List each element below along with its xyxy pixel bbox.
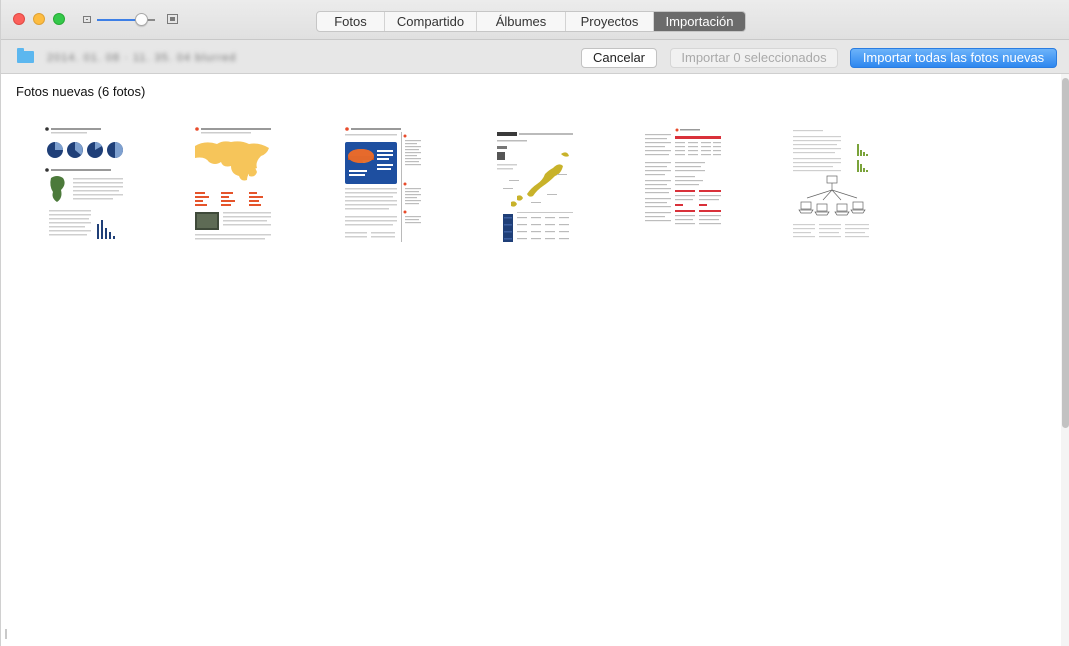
large-photo-icon: [167, 14, 178, 24]
tab-fotos[interactable]: Fotos: [317, 12, 385, 31]
import-selected-button[interactable]: Importar 0 seleccionados: [670, 48, 838, 68]
small-photo-icon: [83, 16, 91, 23]
photos-window: Fotos Compartido Álbumes Proyectos Impor…: [0, 0, 1069, 646]
zoom-window-button[interactable]: [53, 13, 65, 25]
close-window-button[interactable]: [13, 13, 25, 25]
import-bar: 2014. 01. 08 · 11. 35. 04 blurred Cancel…: [1, 40, 1069, 74]
minimize-window-button[interactable]: [33, 13, 45, 25]
document-page-table-image: [639, 124, 727, 248]
photo-thumbnail[interactable]: [639, 124, 727, 248]
photo-thumbnail[interactable]: [189, 124, 277, 248]
document-page-world-map-image: [189, 124, 277, 248]
scrollbar-thumb[interactable]: [1062, 78, 1069, 428]
photo-thumbnail[interactable]: [491, 124, 579, 248]
thumbnail-size-slider[interactable]: [83, 12, 179, 28]
photo-thumbnail[interactable]: [787, 124, 875, 248]
tab-importacion[interactable]: Importación: [654, 12, 745, 31]
document-page-pie-charts-image: [43, 124, 131, 248]
slider-knob[interactable]: [135, 13, 148, 26]
document-page-japan-map-image: [491, 124, 579, 248]
import-all-button[interactable]: Importar todas las fotos nuevas: [850, 48, 1057, 68]
slider-track-fill: [97, 19, 139, 21]
photo-thumbnail[interactable]: [339, 124, 427, 248]
section-title: Fotos nuevas (6 fotos): [16, 84, 146, 99]
view-tabs: Fotos Compartido Álbumes Proyectos Impor…: [316, 11, 746, 32]
device-name: 2014. 01. 08 · 11. 35. 04 blurred: [47, 52, 237, 62]
photo-thumbnail[interactable]: [43, 124, 131, 248]
tab-proyectos[interactable]: Proyectos: [566, 12, 654, 31]
document-page-network-diagram-image: [787, 124, 875, 248]
folder-icon: [17, 48, 34, 63]
vertical-scrollbar[interactable]: [1061, 74, 1069, 646]
cancel-button[interactable]: Cancelar: [581, 48, 657, 68]
document-page-3d-pie-image: [339, 124, 427, 248]
tab-compartido[interactable]: Compartido: [385, 12, 477, 31]
tab-albumes[interactable]: Álbumes: [477, 12, 566, 31]
toolbar: Fotos Compartido Álbumes Proyectos Impor…: [1, 0, 1069, 40]
import-content: Fotos nuevas (6 fotos): [1, 74, 1069, 646]
resize-edge: [5, 629, 7, 639]
